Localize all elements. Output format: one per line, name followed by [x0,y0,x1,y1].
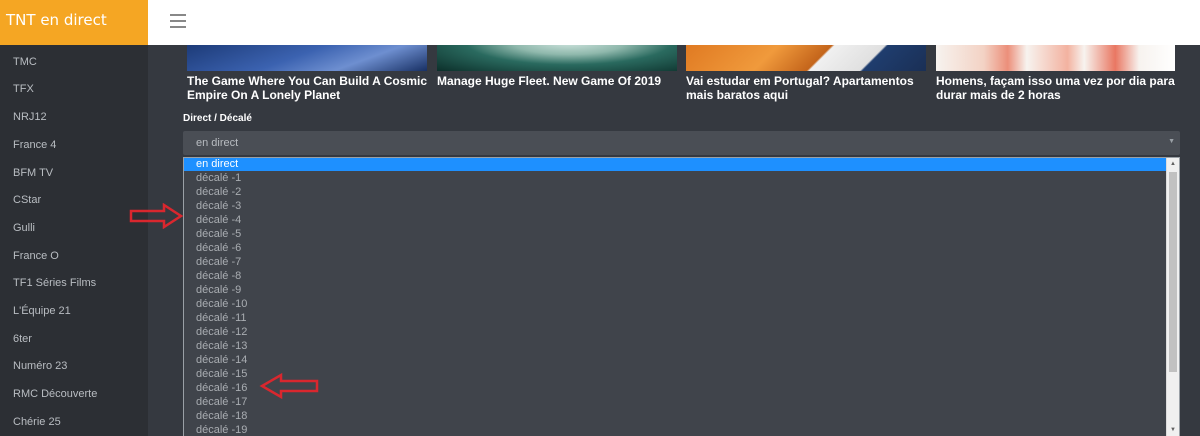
sidebar: TMC TFX NRJ12 France 4 BFM TV CStar Gull… [0,45,148,436]
sidebar-item-6ter[interactable]: 6ter [13,333,32,351]
sidebar-item-tfx[interactable]: TFX [13,83,34,101]
option-decale-19[interactable]: décalé -19 [184,424,1167,436]
select-current-value: en direct [196,137,239,149]
option-decale-9[interactable]: décalé -9 [184,284,1167,297]
annotation-arrow-left-icon [259,372,319,400]
option-decale-6[interactable]: décalé -6 [184,242,1167,255]
scroll-down-icon[interactable]: ▼ [1167,424,1179,436]
scrollbar-thumb[interactable] [1169,172,1177,372]
sidebar-item-nrj12[interactable]: NRJ12 [13,111,47,129]
option-decale-15[interactable]: décalé -15 [184,368,1167,381]
option-decale-7[interactable]: décalé -7 [184,256,1167,269]
option-decale-18[interactable]: décalé -18 [184,410,1167,423]
dropdown-scrollbar[interactable]: ▲ ▼ [1166,158,1179,436]
hamburger-menu-icon[interactable] [170,14,186,28]
sidebar-item-cstar[interactable]: CStar [13,194,41,212]
card-image-portugal-apartments[interactable] [686,45,926,71]
annotation-arrow-right-icon [129,203,184,229]
sidebar-item-gulli[interactable]: Gulli [13,222,35,240]
option-decale-1[interactable]: décalé -1 [184,172,1167,185]
option-decale-11[interactable]: décalé -11 [184,312,1167,325]
option-decale-4[interactable]: décalé -4 [184,214,1167,227]
option-decale-13[interactable]: décalé -13 [184,340,1167,353]
option-decale-8[interactable]: décalé -8 [184,270,1167,283]
card-title-health-ad[interactable]: Homens, façam isso uma vez por dia para … [936,74,1181,102]
sidebar-item-rmc-decouverte[interactable]: RMC Découverte [13,388,97,406]
card-title-fleet-game[interactable]: Manage Huge Fleet. New Game Of 2019 [437,74,682,88]
sidebar-item-cherie-25[interactable]: Chérie 25 [13,416,61,434]
sidebar-item-bfm-tv[interactable]: BFM TV [13,167,53,185]
card-title-portugal-apartments[interactable]: Vai estudar em Portugal? Apartamentos ma… [686,74,931,102]
option-decale-12[interactable]: décalé -12 [184,326,1167,339]
sidebar-item-france-4[interactable]: France 4 [13,139,56,157]
option-decale-10[interactable]: décalé -10 [184,298,1167,311]
sidebar-item-france-o[interactable]: France O [13,250,59,268]
card-title-cosmic-empire[interactable]: The Game Where You Can Build A Cosmic Em… [187,74,432,102]
option-en-direct[interactable]: en direct [184,158,1167,171]
direct-decale-select[interactable]: en direct ▼ [183,131,1180,155]
sidebar-item-tf1-series-films[interactable]: TF1 Séries Films [13,277,96,295]
option-decale-17[interactable]: décalé -17 [184,396,1167,409]
option-decale-5[interactable]: décalé -5 [184,228,1167,241]
sidebar-item-lequipe-21[interactable]: L'Équipe 21 [13,305,71,323]
direct-decale-dropdown-list[interactable]: en direct décalé -1 décalé -2 décalé -3 … [183,157,1180,436]
card-image-cosmic-empire[interactable] [187,45,427,71]
sidebar-item-numero-23[interactable]: Numéro 23 [13,360,67,378]
scroll-up-icon[interactable]: ▲ [1167,158,1179,171]
option-decale-2[interactable]: décalé -2 [184,186,1167,199]
card-image-fleet-game[interactable] [437,45,677,71]
option-decale-3[interactable]: décalé -3 [184,200,1167,213]
card-image-health-ad[interactable] [936,45,1175,71]
app-logo-title[interactable]: TNT en direct [0,0,148,45]
sidebar-item-tmc[interactable]: TMC [13,56,37,74]
top-bar [148,0,1200,45]
option-decale-14[interactable]: décalé -14 [184,354,1167,367]
direct-decale-label: Direct / Décalé [183,113,252,124]
option-decale-16[interactable]: décalé -16 [184,382,1167,395]
chevron-down-icon: ▼ [1168,138,1175,145]
